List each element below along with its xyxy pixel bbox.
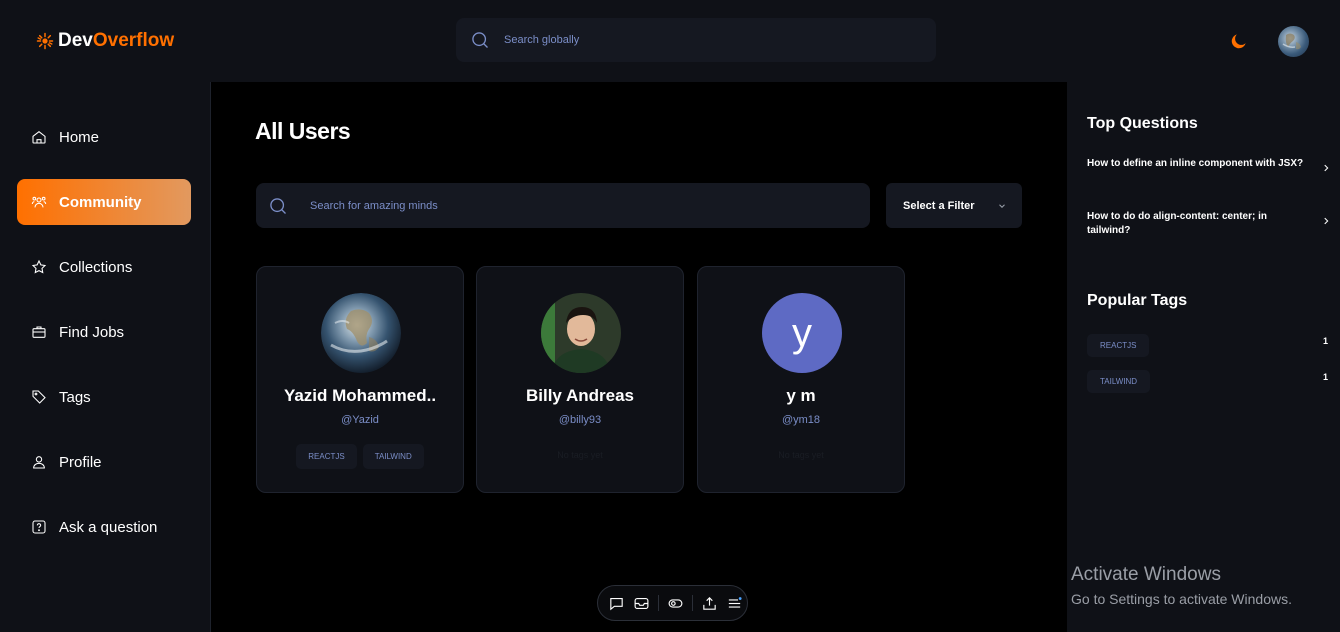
earth-avatar-image xyxy=(321,293,401,373)
user-handle: @Yazid xyxy=(341,414,379,426)
user-avatar xyxy=(541,293,621,373)
left-sidebar: Home Community Collections Find Jobs Tag… xyxy=(0,82,211,632)
popular-tag[interactable]: REACTJS xyxy=(1087,334,1150,357)
avatar[interactable] xyxy=(1278,26,1309,57)
users-icon xyxy=(31,196,47,208)
user-tags: REACTJS TAILWIND xyxy=(257,444,463,469)
chevron-right-icon xyxy=(1324,164,1329,172)
person-avatar-image xyxy=(541,293,621,373)
inbox-icon[interactable] xyxy=(633,595,650,612)
logo[interactable]: Dev Overflow xyxy=(36,30,174,52)
top-question-item[interactable]: How to define an inline component with J… xyxy=(1087,157,1331,172)
page-title: All Users xyxy=(255,118,351,144)
tag-icon xyxy=(32,390,46,404)
toolbar-divider xyxy=(692,595,693,611)
floating-toolbar xyxy=(597,585,748,621)
sidebar-item-label: Profile xyxy=(59,453,102,471)
star-icon xyxy=(31,259,47,274)
comment-icon[interactable] xyxy=(608,595,625,612)
sidebar-item-label: Community xyxy=(59,193,142,211)
user-name: Billy Andreas xyxy=(525,386,635,405)
user-handle: @billy93 xyxy=(558,414,602,426)
earth-avatar-image xyxy=(1282,33,1301,50)
right-sidebar: Top Questions How to define an inline co… xyxy=(1067,82,1340,632)
user-avatar: y xyxy=(762,293,842,373)
sidebar-item-label: Find Jobs xyxy=(59,323,125,341)
question-text: How to define an inline component with J… xyxy=(1087,158,1304,169)
avatar-initial: y xyxy=(762,293,842,373)
filter-select[interactable]: Select a Filter xyxy=(886,183,1022,228)
question-text: How to do do align-content: center; in t… xyxy=(1087,211,1267,236)
popular-tag-count: 1 xyxy=(1322,336,1328,346)
briefcase-icon xyxy=(32,326,46,338)
user-search-bar[interactable] xyxy=(256,183,870,228)
search-icon xyxy=(270,197,286,214)
moon-icon[interactable] xyxy=(1229,31,1249,51)
sidebar-item-ask-question[interactable]: Ask a question xyxy=(17,504,191,550)
user-name: Yazid Mohammed.. xyxy=(283,386,437,405)
logo-text-overflow: Overflow xyxy=(92,30,175,51)
sidebar-item-label: Collections xyxy=(59,258,133,276)
sidebar-item-label: Home xyxy=(59,128,100,146)
global-search-bar[interactable] xyxy=(456,18,936,62)
chevron-right-icon xyxy=(1324,217,1329,225)
sidebar-item-find-jobs[interactable]: Find Jobs xyxy=(17,309,191,355)
no-tags-text: No tags yet xyxy=(557,450,603,460)
sidebar-item-home[interactable]: Home xyxy=(17,114,191,160)
user-icon xyxy=(33,456,45,469)
main-content: All Users Select a Filter xyxy=(211,82,1067,632)
filter-label: Select a Filter xyxy=(903,199,975,212)
sidebar-item-collections[interactable]: Collections xyxy=(17,244,191,290)
global-search-input[interactable] xyxy=(504,34,864,46)
user-card[interactable]: y y m @ym18 No tags yet xyxy=(697,266,905,493)
watermark-line-2: Go to Settings to activate Windows. xyxy=(1071,591,1292,607)
watermark-line-1: Activate Windows xyxy=(1071,564,1221,585)
no-tags-text: No tags yet xyxy=(778,450,824,460)
user-card[interactable]: Billy Andreas @billy93 No tags yet xyxy=(476,266,684,493)
top-bar: Dev Overflow xyxy=(0,0,1340,82)
top-questions-title: Top Questions xyxy=(1087,115,1198,132)
sidebar-item-tags[interactable]: Tags xyxy=(17,374,191,420)
windows-activation-watermark: Activate Windows Go to Settings to activ… xyxy=(1071,564,1292,607)
popular-tag-count: 1 xyxy=(1322,372,1328,382)
home-icon xyxy=(32,130,46,144)
user-avatar xyxy=(321,293,401,373)
sidebar-item-label: Ask a question xyxy=(59,518,158,536)
user-name: y m xyxy=(786,386,816,405)
user-search-input[interactable] xyxy=(310,199,670,212)
chevron-down-icon xyxy=(998,203,1005,208)
sidebar-item-label: Tags xyxy=(59,388,91,406)
user-card[interactable]: Yazid Mohammed.. @Yazid REACTJS TAILWIND xyxy=(256,266,464,493)
logo-sun-icon xyxy=(36,32,54,50)
popular-tag[interactable]: TAILWIND xyxy=(1087,370,1151,393)
sidebar-item-profile[interactable]: Profile xyxy=(17,439,191,485)
menu-icon[interactable] xyxy=(726,595,743,612)
sidebar-item-community[interactable]: Community xyxy=(17,179,191,225)
question-icon xyxy=(32,520,46,534)
toolbar-divider xyxy=(658,595,659,611)
share-icon[interactable] xyxy=(701,595,718,612)
tag-badge[interactable]: TAILWIND xyxy=(362,444,424,469)
user-handle: @ym18 xyxy=(781,414,821,426)
top-question-item[interactable]: How to do do align-content: center; in t… xyxy=(1087,210,1331,238)
toggle-icon[interactable] xyxy=(667,595,684,612)
search-icon xyxy=(472,32,488,48)
logo-text-dev: Dev xyxy=(58,30,93,51)
tag-badge[interactable]: REACTJS xyxy=(296,444,357,469)
popular-tags-title: Popular Tags xyxy=(1087,292,1188,309)
